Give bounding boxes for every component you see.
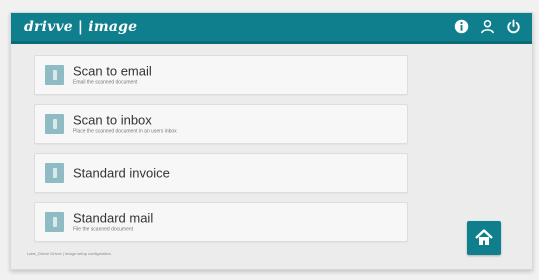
menu-item-text: Standard mail File the scanned document <box>73 211 153 234</box>
info-icon[interactable] <box>453 18 470 35</box>
user-icon[interactable] <box>479 18 496 35</box>
menu-item-scan-to-inbox[interactable]: Scan to inbox Place the scanned document… <box>34 104 408 144</box>
document-icon <box>45 163 64 183</box>
document-icon <box>45 65 64 85</box>
home-button[interactable] <box>467 221 501 255</box>
menu-item-title: Standard mail <box>73 210 154 226</box>
footer-text: Labs_Drivve Drivve | Image setup configu… <box>27 251 111 256</box>
menu-item-description: File the scanned document <box>73 226 134 233</box>
menu-item-text: Standard invoice <box>73 166 170 181</box>
header-icons <box>453 18 522 35</box>
menu-item-description: Place the scanned document in an users i… <box>73 128 177 135</box>
app-window: drivve | image Scan to email Email the s… <box>10 12 533 270</box>
menu-item-standard-mail[interactable]: Standard mail File the scanned document <box>34 202 408 242</box>
workflow-menu: Scan to email Email the scanned document… <box>34 55 408 251</box>
menu-item-description: Email the scanned document <box>73 79 138 86</box>
menu-item-title: Scan to inbox <box>73 112 152 128</box>
brand-logo: drivve | image <box>24 19 138 35</box>
menu-item-standard-invoice[interactable]: Standard invoice <box>34 153 408 193</box>
header-bar: drivve | image <box>11 13 532 44</box>
document-icon <box>45 114 64 134</box>
power-icon[interactable] <box>505 18 522 35</box>
menu-item-title: Standard invoice <box>73 165 170 181</box>
menu-item-text: Scan to inbox Place the scanned document… <box>73 113 177 136</box>
menu-item-scan-to-email[interactable]: Scan to email Email the scanned document <box>34 55 408 95</box>
home-icon <box>475 229 493 245</box>
menu-item-text: Scan to email Email the scanned document <box>73 64 152 87</box>
document-icon <box>45 212 64 232</box>
menu-item-title: Scan to email <box>73 63 152 79</box>
